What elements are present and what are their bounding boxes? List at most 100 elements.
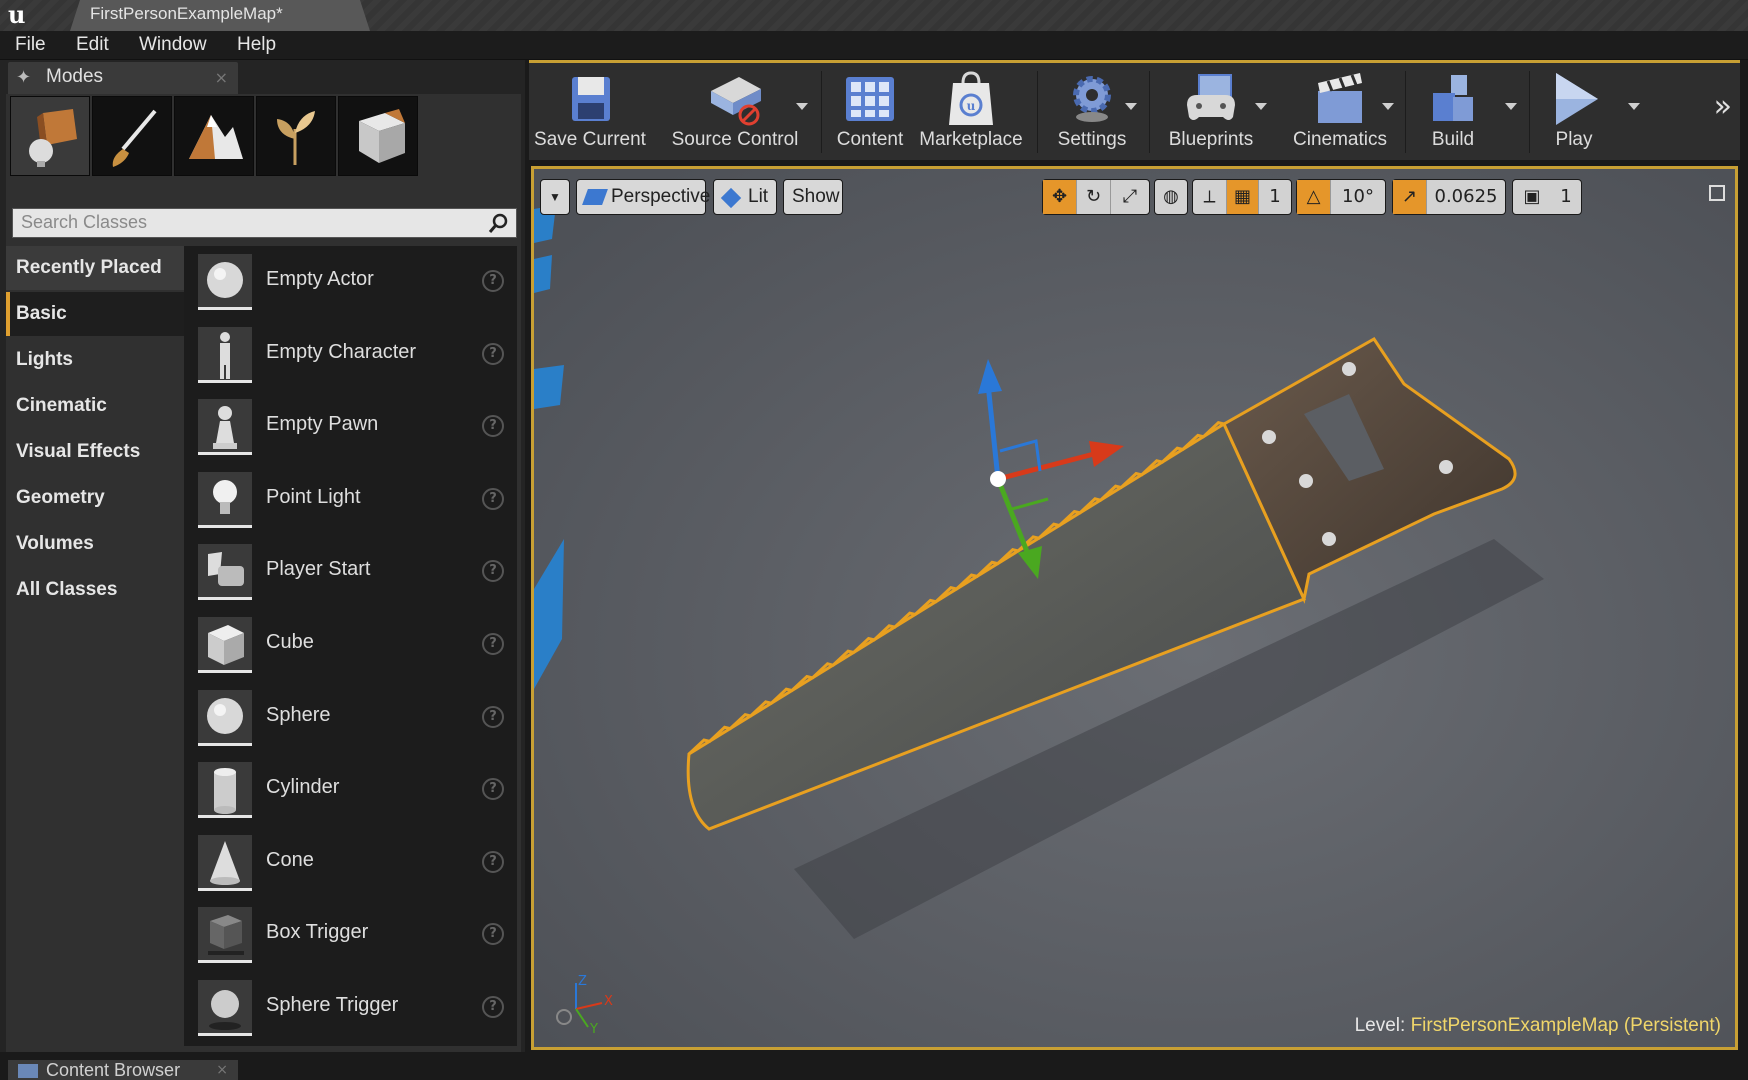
save-current-button[interactable]: Save Current xyxy=(529,63,651,160)
settings-gear-icon xyxy=(1073,76,1111,122)
modes-tab[interactable]: ✦ Modes × xyxy=(8,62,238,94)
viewport-scene[interactable] xyxy=(534,169,1735,1047)
help-icon[interactable]: ? xyxy=(482,270,504,292)
category-geometry[interactable]: Geometry xyxy=(6,476,184,520)
toolbar-separator xyxy=(1037,71,1038,153)
document-tab[interactable]: FirstPersonExampleMap* xyxy=(70,0,370,31)
scale-snap-icon[interactable]: ↗ xyxy=(1393,180,1427,214)
settings-dropdown-icon[interactable] xyxy=(1125,103,1137,110)
lit-cube-icon xyxy=(720,187,742,209)
search-icon[interactable] xyxy=(488,212,510,234)
help-icon[interactable]: ? xyxy=(482,996,504,1018)
grid-snap-icon[interactable]: ▦ xyxy=(1227,180,1259,214)
build-dropdown-icon[interactable] xyxy=(1505,103,1517,110)
scale-snap-value[interactable]: 0.0625 xyxy=(1427,180,1505,214)
level-viewport[interactable]: ▼ Perspective Lit Show ✥ ↻ ⤢ ◍ ⟂ ▦ 1 △ 1… xyxy=(531,166,1738,1050)
build-blocks-icon xyxy=(1433,75,1473,121)
class-item-label: Cube xyxy=(266,631,314,653)
class-item[interactable]: Cone? xyxy=(184,827,517,899)
rotate-mode-icon[interactable]: ↻ xyxy=(1077,180,1111,214)
help-icon[interactable]: ? xyxy=(482,560,504,583)
cone-icon xyxy=(198,834,252,891)
class-item[interactable]: Cube? xyxy=(184,609,517,681)
coordinate-system-button[interactable]: ◍ xyxy=(1154,179,1188,215)
category-recently-placed[interactable]: Recently Placed xyxy=(6,246,184,290)
close-icon[interactable]: × xyxy=(216,1062,228,1078)
category-cinematic[interactable]: Cinematic xyxy=(6,384,184,428)
help-icon[interactable]: ? xyxy=(482,705,504,728)
menu-edit[interactable]: Edit xyxy=(76,34,109,56)
class-item[interactable]: Box Trigger? xyxy=(184,899,517,971)
source-control-dropdown-icon[interactable] xyxy=(796,103,808,110)
play-dropdown-icon[interactable] xyxy=(1628,103,1640,110)
grid-snap-value[interactable]: 1 xyxy=(1259,180,1291,214)
build-button[interactable]: Build xyxy=(1411,63,1495,160)
class-item[interactable]: Empty Pawn? xyxy=(184,391,517,463)
help-icon[interactable]: ? xyxy=(482,778,504,801)
cinematics-dropdown-icon[interactable] xyxy=(1382,103,1394,110)
blueprints-button[interactable]: Blueprints xyxy=(1153,63,1269,160)
search-classes-input[interactable]: Search Classes xyxy=(12,208,517,238)
perspective-icon xyxy=(582,189,608,205)
menu-window[interactable]: Window xyxy=(139,34,207,56)
help-icon[interactable]: ? xyxy=(482,342,504,365)
content-label: Content xyxy=(836,129,904,150)
help-icon[interactable]: ? xyxy=(482,415,504,438)
viewport-options-button[interactable]: ▼ xyxy=(540,179,570,215)
class-item[interactable]: Point Light? xyxy=(184,464,517,536)
toolbar-more-icon[interactable]: » xyxy=(1714,89,1732,124)
maximize-viewport-icon[interactable] xyxy=(1709,185,1725,201)
place-mode-button[interactable] xyxy=(10,96,90,176)
play-button[interactable]: Play xyxy=(1535,63,1613,160)
class-item-label: Sphere Trigger xyxy=(266,994,399,1016)
class-item[interactable]: Empty Character? xyxy=(184,319,517,391)
rotation-snap-icon[interactable]: △ xyxy=(1297,180,1331,214)
save-current-label: Save Current xyxy=(534,129,646,150)
category-all-classes[interactable]: All Classes xyxy=(6,568,184,612)
class-item[interactable]: Player Start? xyxy=(184,536,517,608)
category-lights[interactable]: Lights xyxy=(6,338,184,382)
menu-file[interactable]: File xyxy=(15,34,46,56)
close-icon[interactable]: × xyxy=(215,68,228,87)
category-basic[interactable]: Basic xyxy=(6,292,184,336)
category-volumes[interactable]: Volumes xyxy=(6,522,184,566)
help-icon[interactable]: ? xyxy=(482,923,504,946)
help-icon[interactable]: ? xyxy=(482,633,504,655)
content-button[interactable]: Content xyxy=(825,63,915,160)
scale-mode-icon[interactable]: ⤢ xyxy=(1111,180,1149,214)
toolbar-separator xyxy=(821,71,822,153)
help-icon[interactable]: ? xyxy=(482,487,504,510)
geometry-mode-button[interactable] xyxy=(338,96,418,176)
category-visual-effects[interactable]: Visual Effects xyxy=(6,430,184,474)
show-label: Show xyxy=(792,186,840,207)
cinematics-button[interactable]: Cinematics xyxy=(1279,63,1401,160)
rotation-snap-value[interactable]: 10° xyxy=(1331,180,1385,214)
landscape-mode-button[interactable] xyxy=(174,96,254,176)
help-icon[interactable]: ? xyxy=(482,850,504,873)
menu-help[interactable]: Help xyxy=(237,34,276,56)
translate-mode-icon[interactable]: ✥ xyxy=(1043,180,1077,214)
camera-speed-group[interactable]: ▣ 1 xyxy=(1512,179,1582,215)
scale-snap-group: ↗ 0.0625 xyxy=(1392,179,1506,215)
paint-mode-button[interactable] xyxy=(92,96,172,176)
class-item[interactable]: Cylinder? xyxy=(184,754,517,826)
class-item[interactable]: Sphere Trigger? xyxy=(184,972,517,1044)
settings-button[interactable]: Settings xyxy=(1043,63,1141,160)
blueprints-dropdown-icon[interactable] xyxy=(1255,103,1267,110)
class-item[interactable]: Sphere? xyxy=(184,682,517,754)
show-flags-button[interactable]: Show xyxy=(783,179,843,215)
marketplace-button[interactable]: u Marketplace xyxy=(915,63,1027,160)
main-toolbar: Save Current Source Control Content u Ma… xyxy=(529,60,1740,160)
class-item-label: Cylinder xyxy=(266,776,340,799)
foliage-mode-button[interactable] xyxy=(256,96,336,176)
class-item[interactable]: Empty Actor? xyxy=(184,246,517,318)
lit-view-mode-button[interactable]: Lit xyxy=(713,179,777,215)
surface-snap-icon[interactable]: ⟂ xyxy=(1193,180,1227,214)
content-grid-icon xyxy=(846,77,894,121)
class-item-label: Empty Actor xyxy=(266,268,374,290)
player-start-icon xyxy=(198,544,252,601)
perspective-button[interactable]: Perspective xyxy=(576,179,710,215)
level-indicator: Level: FirstPersonExampleMap (Persistent… xyxy=(1355,1015,1721,1037)
content-browser-tab[interactable]: Content Browser × xyxy=(8,1060,238,1080)
source-control-button[interactable]: Source Control xyxy=(659,63,811,160)
